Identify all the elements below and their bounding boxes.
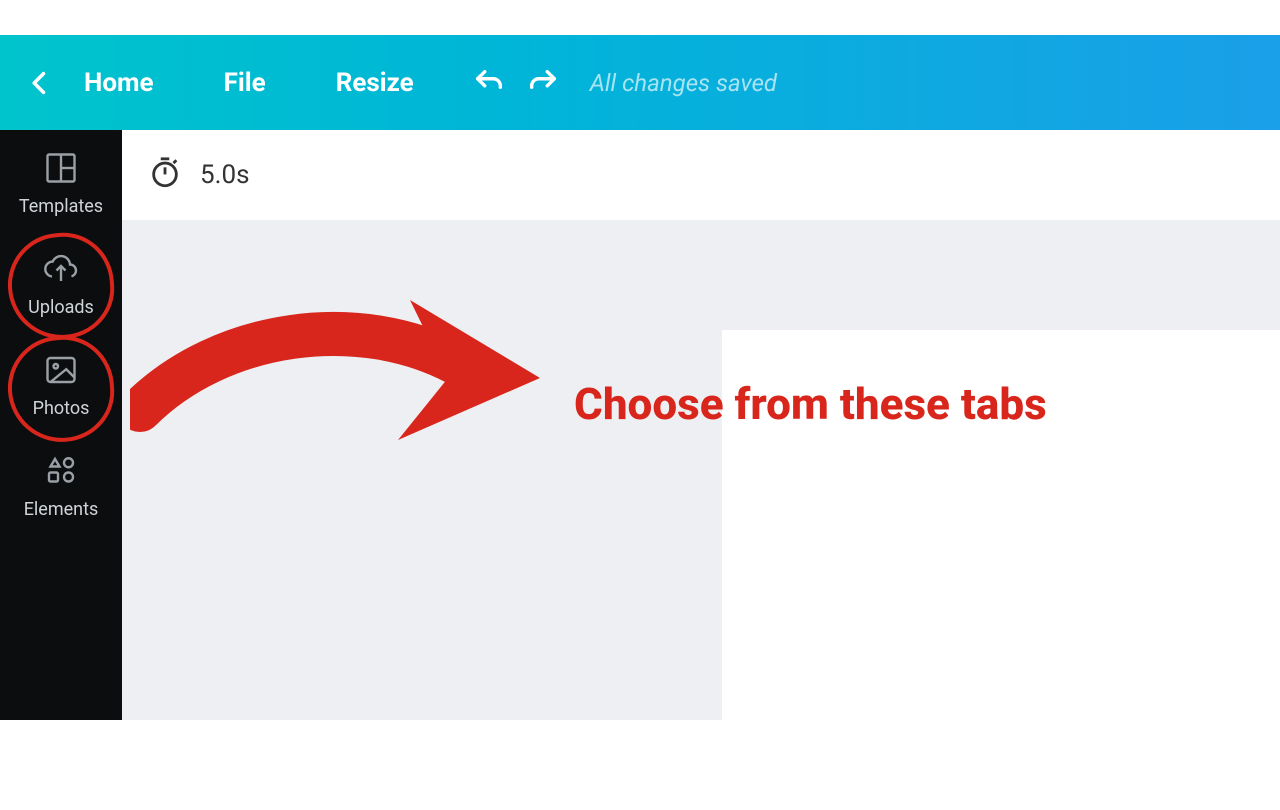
sidebar-item-templates[interactable]: Templates (0, 150, 122, 217)
chevron-left-icon (26, 69, 54, 97)
page-duration[interactable]: 5.0s (200, 160, 250, 190)
artboard[interactable] (722, 330, 1280, 810)
home-menu[interactable]: Home (62, 60, 176, 106)
uploads-icon (43, 251, 79, 287)
timer-icon (148, 156, 182, 194)
sidebar-item-elements[interactable]: Elements (0, 453, 122, 520)
sidebar-item-label: Photos (33, 398, 90, 419)
annotation-circle (4, 332, 117, 445)
editor-content: 5.0s (122, 130, 1280, 720)
undo-button[interactable] (462, 56, 516, 110)
autosave-status: All changes saved (590, 69, 777, 97)
undo-icon (472, 66, 506, 100)
sidebar-item-label: Templates (19, 196, 103, 217)
back-button[interactable] (18, 61, 62, 105)
left-sidebar: Templates Uploads Photos Elements (0, 130, 122, 720)
top-toolbar: Home File Resize All changes saved (0, 35, 1280, 130)
templates-icon (43, 150, 79, 186)
redo-icon (526, 66, 560, 100)
resize-menu[interactable]: Resize (314, 60, 436, 106)
canvas-area[interactable] (122, 220, 1280, 720)
photos-icon (43, 352, 79, 388)
sidebar-item-uploads[interactable]: Uploads (0, 251, 122, 318)
redo-button[interactable] (516, 56, 570, 110)
page-timer-bar: 5.0s (122, 130, 1280, 220)
elements-icon (43, 453, 79, 489)
file-menu[interactable]: File (202, 60, 288, 106)
sidebar-item-photos[interactable]: Photos (0, 352, 122, 419)
sidebar-item-label: Elements (24, 499, 99, 520)
sidebar-item-label: Uploads (28, 297, 94, 318)
